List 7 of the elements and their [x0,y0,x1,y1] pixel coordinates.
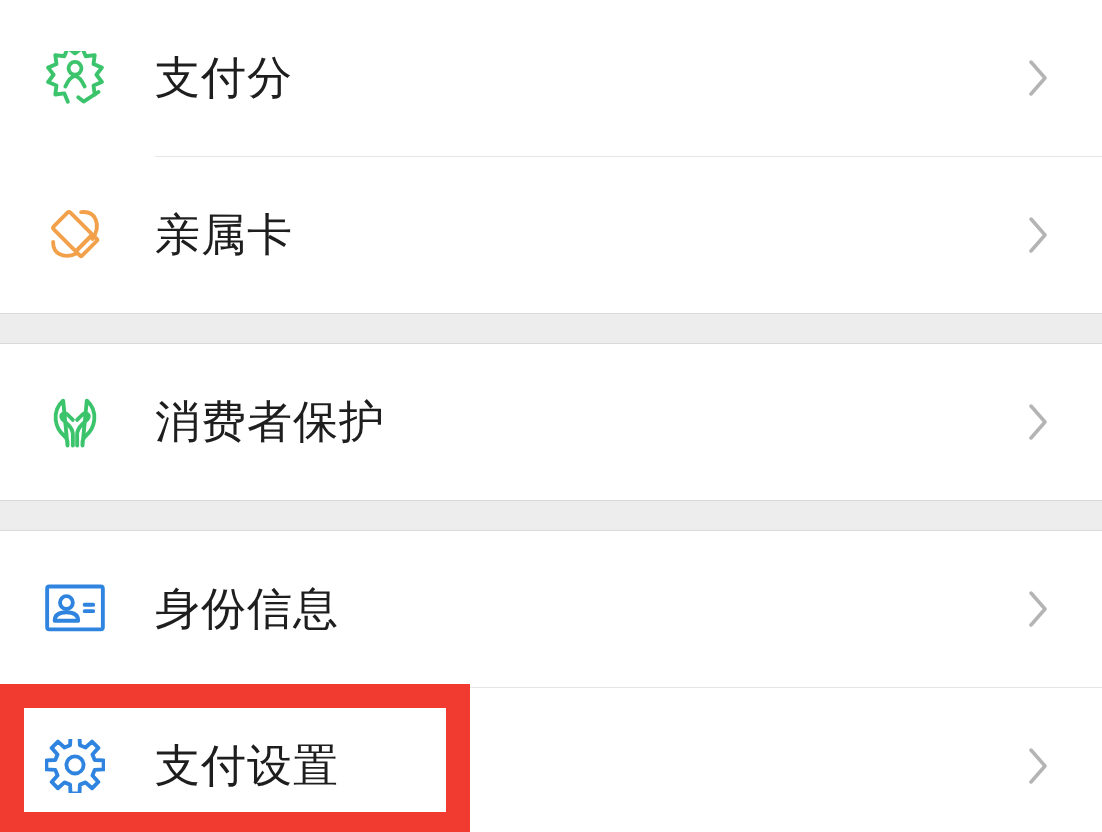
chevron-right-icon [1028,60,1048,96]
chevron-right-icon [1028,217,1048,253]
gear-settings-icon [45,739,105,793]
chevron-right-icon [1028,591,1048,627]
chevron-right-icon [1028,404,1048,440]
chevron-right-icon [1028,748,1048,784]
badge-person-check-icon [45,51,105,105]
